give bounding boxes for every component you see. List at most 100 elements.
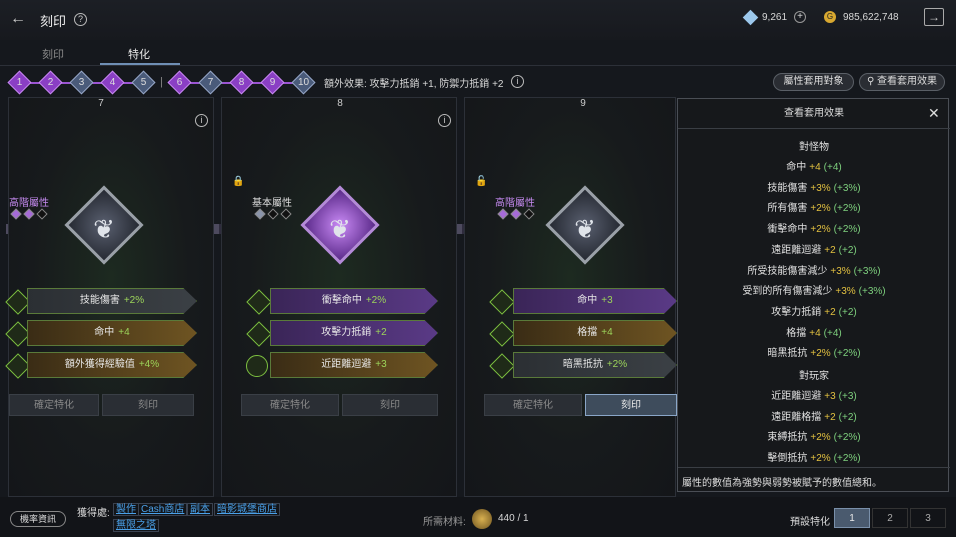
gem-count: 9,261 (762, 12, 788, 23)
stat-row[interactable]: 命中 +3 (513, 288, 677, 314)
progress-node[interactable]: 5 (131, 70, 156, 95)
view-effects-button[interactable]: ⚲ 查看套用效果 (859, 73, 945, 91)
specialization-card: 8 i 🔒 基本屬性 ❦ 衝擊命中 +2% 攻擊力抵銷 +2 近距離迴避 +3 確定特… (221, 97, 457, 497)
stat-row[interactable]: 近距離迴避 +3 (270, 352, 438, 378)
obtain-link[interactable]: 無限之塔 (113, 519, 159, 532)
preset-page-button[interactable]: 1 (834, 508, 870, 528)
card-info-icon[interactable]: i (438, 114, 451, 127)
view-effects-label: 查看套用效果 (877, 76, 938, 87)
separator-icon: | (160, 76, 163, 88)
attribute-gem (254, 208, 266, 220)
apply-target-button[interactable]: 屬性套用對象 (773, 73, 854, 91)
effect-row: 所受技能傷害減少 +3% (+3%) (747, 265, 881, 277)
effect-row: 遠距離格擋 +2 (+2) (771, 411, 857, 423)
card-number: 9 (580, 98, 586, 109)
lock-icon[interactable]: 🔓 (475, 176, 487, 188)
obtain-link[interactable]: 副本 (187, 503, 213, 516)
effect-row: 暗黑抵抗 +2% (+2%) (767, 348, 861, 360)
stat-row[interactable]: 額外獲得經驗值 +4% (27, 352, 197, 378)
stat-row[interactable]: 衝擊命中 +2% (270, 288, 438, 314)
confirm-specialize-button[interactable]: 確定特化 (241, 394, 339, 416)
stat-row[interactable]: 命中 +4 (27, 320, 197, 346)
stat-row[interactable]: 攻擊力抵銷 +2 (270, 320, 438, 346)
attribute-gem (36, 208, 48, 220)
effect-row: 所有傷害 +2% (+2%) (767, 203, 861, 215)
close-icon[interactable]: ✕ (928, 105, 940, 122)
obtain-label: 獲得處: (77, 508, 110, 519)
specialization-card: 9 🔓 高階屬性 ❦ 命中 +3 格擋 +4 暗黑抵抗 +2% 確定特化 刻印 (464, 97, 677, 497)
progress-node[interactable]: 9 (260, 70, 285, 95)
panel-footer: 屬性的數值為強勢與弱勢被賦予的數值總和。 (682, 478, 882, 489)
gold-count: 985,622,748 (843, 12, 899, 23)
extra-effect-text: 額外效果: 攻擊力抵銷 +1, 防禦力抵銷 +2 (324, 79, 504, 90)
attribute-label: 高階屬性 (9, 198, 49, 209)
progress-node[interactable]: 1 (7, 70, 32, 95)
emblem-icon: ❦ (64, 185, 144, 265)
attribute-gem (10, 208, 22, 220)
odds-info-button[interactable]: 機率資訊 (10, 511, 66, 527)
panel-section-header: 對玩家 (799, 371, 829, 382)
attribute-gem (523, 208, 535, 220)
engrave-button[interactable]: 刻印 (102, 394, 194, 416)
panel-section-header: 對怪物 (799, 142, 829, 153)
engrave-button[interactable]: 刻印 (342, 394, 438, 416)
progress-node[interactable]: 7 (198, 70, 223, 95)
obtain-link[interactable]: Cash商店 (138, 503, 188, 516)
obtain-link[interactable]: 暗影城堡商店 (214, 503, 280, 516)
stat-row[interactable]: 技能傷害 +2% (27, 288, 197, 314)
stat-icon (5, 321, 31, 347)
effect-row: 遠距離迴避 +2 (+2) (771, 244, 857, 256)
add-gems-button[interactable]: + (794, 11, 806, 23)
effect-row: 命中 +4 (+4) (786, 162, 842, 173)
card-info-icon[interactable]: i (195, 114, 208, 127)
attribute-gem (497, 208, 509, 220)
confirm-specialize-button[interactable]: 確定特化 (484, 394, 582, 416)
stat-row[interactable]: 格擋 +4 (513, 320, 677, 346)
material-count: 440 / 1 (498, 513, 529, 524)
progress-node[interactable]: 6 (167, 70, 192, 95)
progress-node[interactable]: 3 (69, 70, 94, 95)
page-title: 刻印 (40, 14, 67, 29)
extra-effect-info-icon[interactable]: i (511, 75, 524, 88)
lock-icon[interactable]: 🔒 (232, 176, 244, 188)
effect-row: 束縛抵抗 +2% (+2%) (767, 432, 861, 444)
stat-row[interactable]: 暗黑抵抗 +2% (513, 352, 677, 378)
stat-icon (246, 321, 272, 347)
stat-icon (489, 321, 515, 347)
attribute-label: 高階屬性 (495, 198, 535, 209)
preset-page-button[interactable]: 3 (910, 508, 946, 528)
effect-row: 近距離迴避 +3 (+3) (771, 391, 857, 402)
effects-panel: 查看套用效果 ✕ 對怪物 命中 +4 (+4) 技能傷害 +3% (+3%) 所有傷害 +2%… (677, 98, 950, 492)
progress-node[interactable]: 8 (229, 70, 254, 95)
stat-icon (246, 289, 272, 315)
attribute-gem (267, 208, 279, 220)
help-icon[interactable]: ? (74, 13, 87, 26)
exit-icon[interactable]: → (924, 8, 944, 26)
back-icon[interactable]: ← (10, 10, 32, 28)
effect-row: 衝擊命中 +2% (+2%) (767, 224, 861, 236)
panel-title: 查看套用效果 (678, 99, 950, 129)
specialization-card: 7 i 高階屬性 ❦ 技能傷害 +2% 命中 +4 額外獲得經驗值 +4% 確定特化 … (5, 97, 214, 497)
stat-icon (5, 289, 31, 315)
engrave-button[interactable]: 刻印 (585, 394, 677, 416)
attribute-label: 基本屬性 (252, 198, 292, 209)
effect-row: 技能傷害 +3% (+3%) (767, 182, 861, 194)
diamond-icon (742, 9, 759, 26)
confirm-specialize-button[interactable]: 確定特化 (9, 394, 99, 416)
progress-node[interactable]: 4 (100, 70, 125, 95)
card-number: 8 (337, 98, 343, 109)
stat-icon (489, 353, 515, 379)
search-icon: ⚲ (866, 76, 875, 87)
material-label: 所需材料: (423, 517, 466, 528)
progress-node[interactable]: 10 (291, 70, 316, 95)
stat-icon (246, 355, 268, 377)
effect-row: 受到的所有傷害減少 +3% (+3%) (742, 286, 886, 298)
attribute-gem (510, 208, 522, 220)
obtain-link[interactable]: 製作 (113, 503, 139, 516)
attribute-gem (23, 208, 35, 220)
preset-label: 預設特化 (790, 517, 830, 528)
preset-page-button[interactable]: 2 (872, 508, 908, 528)
progress-node[interactable]: 2 (38, 70, 63, 95)
tab-specialize[interactable]: 特化 (128, 46, 150, 62)
tab-engrave[interactable]: 刻印 (42, 46, 64, 62)
